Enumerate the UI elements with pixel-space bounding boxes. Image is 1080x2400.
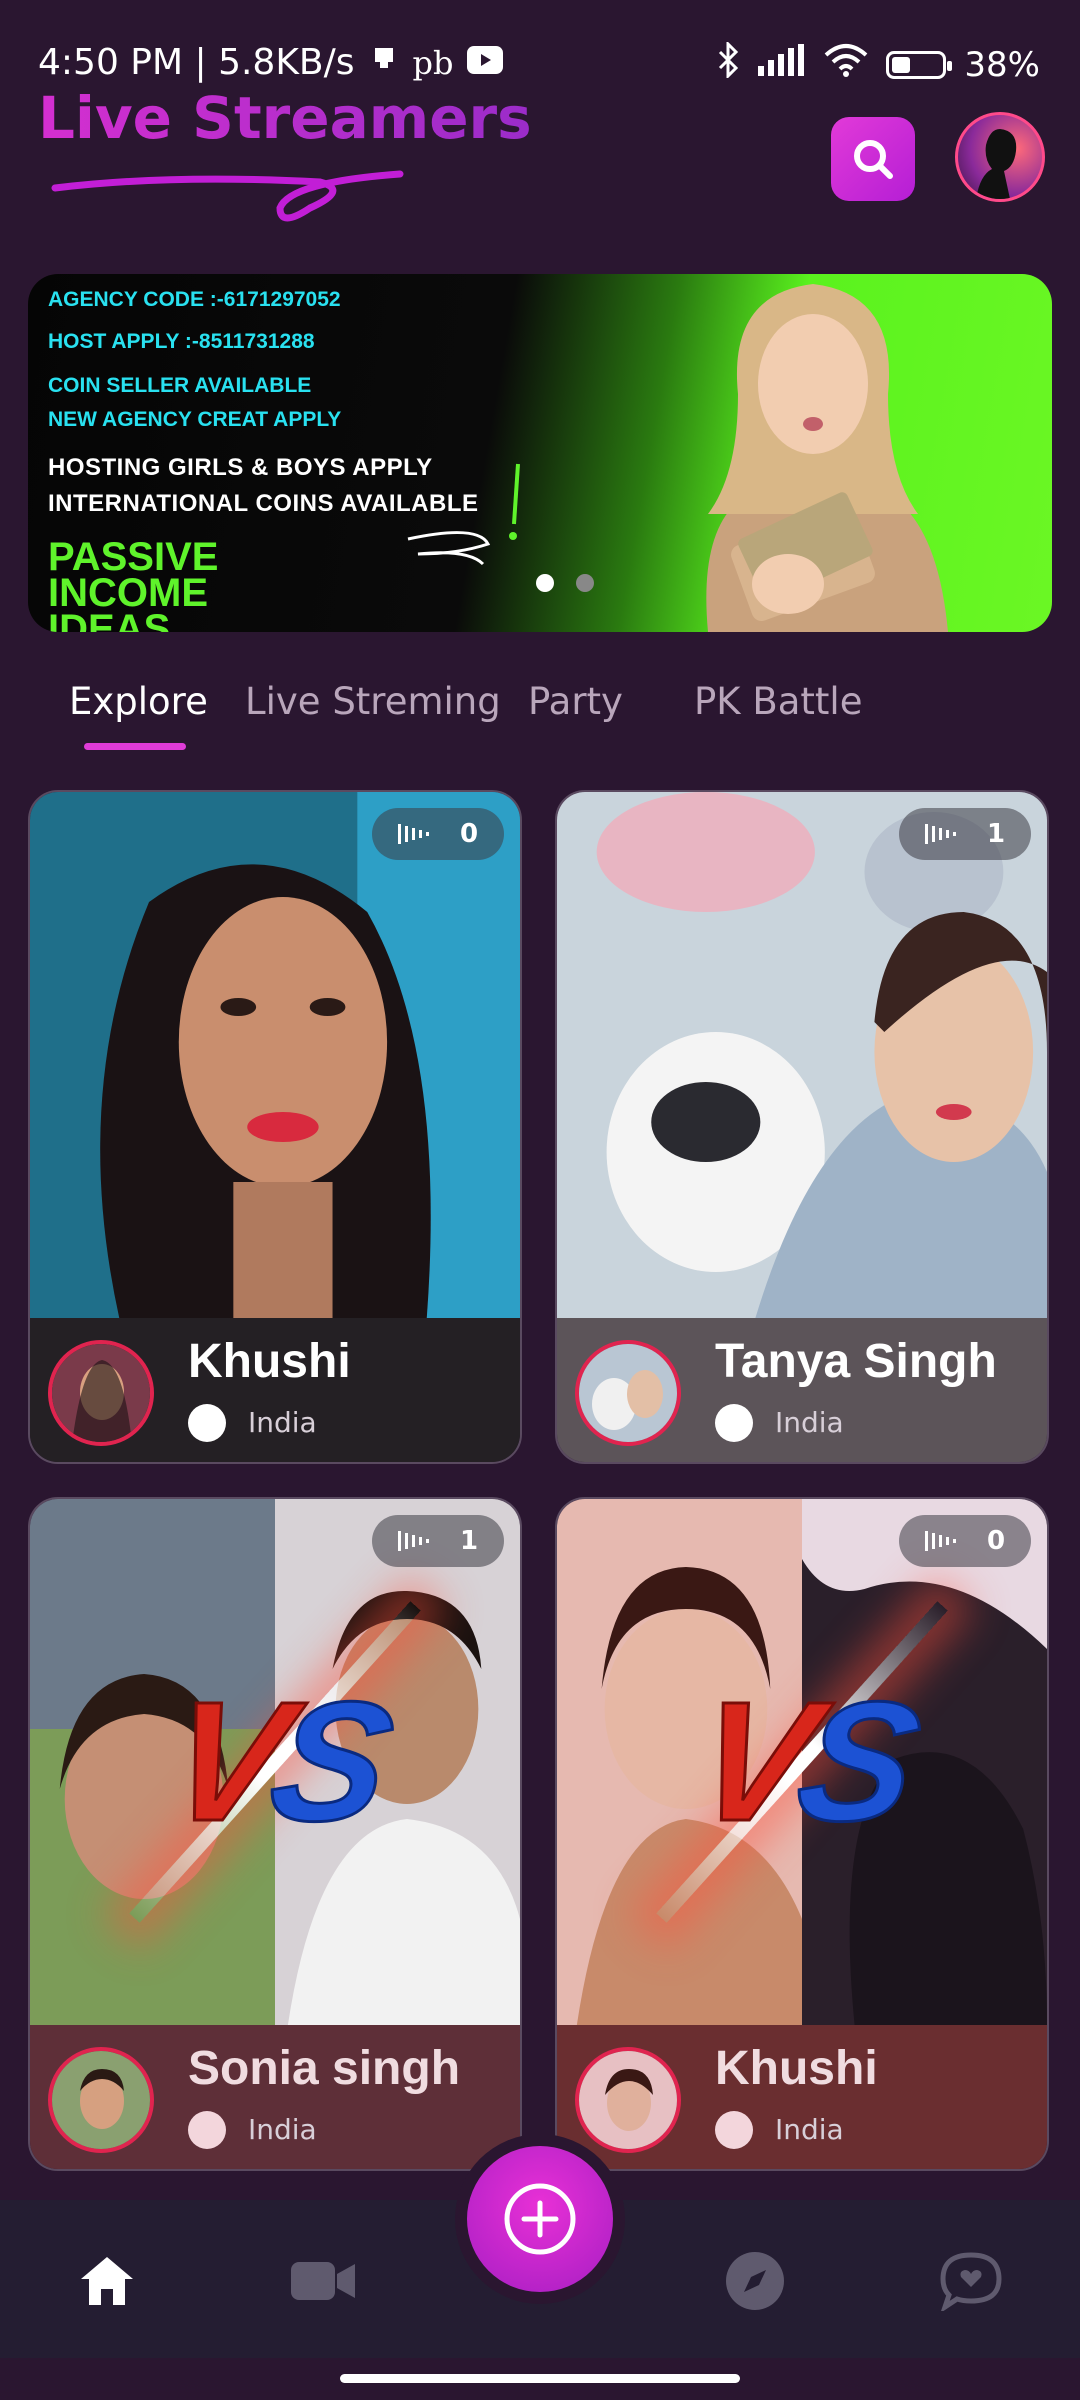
country-flag-icon — [188, 1404, 226, 1442]
pk-battle-card[interactable]: VS 0 Khushi India — [555, 1497, 1049, 2171]
streamer-avatar — [575, 1340, 681, 1446]
signal-icon — [758, 44, 806, 85]
banner-line-4: NEW AGENCY CREAT APPLY — [48, 408, 342, 431]
banner-slogan-3: IDEAS — [48, 607, 171, 632]
streamer-avatar — [48, 2047, 154, 2153]
audio-wave-icon — [397, 824, 429, 844]
audio-wave-icon — [397, 1531, 429, 1551]
active-tab-indicator — [84, 743, 186, 750]
pk-battle-card[interactable]: VS 1 Sonia singh India — [28, 1497, 522, 2171]
nav-messages[interactable] — [938, 2248, 1004, 2314]
audio-wave-icon — [924, 1531, 956, 1551]
nav-explore[interactable] — [722, 2248, 788, 2314]
streamer-name: Sonia singh — [188, 2042, 461, 2095]
compass-icon — [726, 2252, 784, 2310]
streamer-name: Khushi — [188, 1335, 351, 1388]
vs-label: VS — [680, 1666, 923, 1859]
tab-pk-battle[interactable]: PK Battle — [694, 680, 862, 723]
battery-icon — [886, 50, 953, 79]
status-time: 4:50 PM | 5.8KB/s — [38, 42, 355, 83]
banner-scribble-decoration — [407, 463, 520, 566]
stream-card[interactable]: 1 Tanya Singh India — [555, 790, 1049, 1464]
banner-line-2: HOST APPLY :-8511731288 — [48, 330, 315, 353]
country-flag-icon — [715, 2111, 753, 2149]
country-flag-icon — [715, 1404, 753, 1442]
streamer-name: Khushi — [715, 2042, 878, 2095]
viewer-count: 1 — [459, 1526, 479, 1556]
add-icon — [504, 2183, 576, 2255]
viewer-count: 0 — [986, 1526, 1006, 1556]
viewer-count-badge: 0 — [899, 1515, 1031, 1567]
banner-pagination — [536, 574, 594, 592]
tab-explore[interactable]: Explore — [69, 680, 208, 723]
chat-icon — [940, 2252, 1002, 2311]
streamer-avatar — [575, 2047, 681, 2153]
gesture-home-bar[interactable] — [340, 2374, 740, 2383]
banner-line-5: HOSTING GIRLS & BOYS APPLY — [48, 454, 433, 481]
audio-wave-icon — [924, 824, 956, 844]
viewer-count-badge: 1 — [372, 1515, 504, 1567]
battery-percent: 38% — [964, 44, 1040, 85]
streamer-country: India — [248, 2113, 317, 2146]
banner-dot-1[interactable] — [536, 574, 554, 592]
country-flag-icon — [188, 2111, 226, 2149]
home-icon — [81, 2257, 133, 2305]
banner-line-1: AGENCY CODE :-6171297052 — [48, 288, 341, 311]
streamer-name: Tanya Singh — [715, 1335, 997, 1388]
wifi-icon — [824, 43, 868, 86]
stream-thumbnail — [30, 792, 520, 1318]
streamer-country: India — [775, 1406, 844, 1439]
viewer-count: 0 — [459, 819, 479, 849]
profile-avatar[interactable] — [955, 112, 1045, 202]
nav-video[interactable] — [290, 2248, 356, 2314]
app-title: Live Streamers — [38, 84, 532, 152]
notification-icon — [369, 42, 399, 83]
user-silhouette-icon — [976, 129, 1017, 199]
stream-card[interactable]: 0 Khushi India — [28, 790, 522, 1464]
banner-dot-2[interactable] — [576, 574, 594, 592]
title-swoosh-decoration — [51, 170, 404, 222]
video-icon — [291, 2262, 355, 2300]
viewer-count-badge: 0 — [372, 808, 504, 860]
search-icon — [854, 140, 893, 179]
status-extra: pb — [412, 43, 454, 82]
streamer-country: India — [248, 1406, 317, 1439]
tab-party[interactable]: Party — [528, 680, 623, 723]
stream-thumbnail — [557, 792, 1047, 1318]
bluetooth-icon — [716, 40, 740, 87]
viewer-count-badge: 1 — [899, 808, 1031, 860]
viewer-count: 1 — [986, 819, 1006, 849]
banner-line-3: COIN SELLER AVAILABLE — [48, 374, 312, 397]
tab-live-streaming[interactable]: Live Streming — [245, 680, 501, 723]
youtube-icon — [467, 42, 504, 83]
search-button[interactable] — [831, 117, 915, 201]
vs-label: VS — [153, 1666, 396, 1859]
streamer-avatar — [48, 1340, 154, 1446]
go-live-button[interactable] — [467, 2146, 613, 2292]
promo-banner[interactable]: AGENCY CODE :-6171297052 HOST APPLY :-85… — [28, 274, 1052, 632]
streamer-country: India — [775, 2113, 844, 2146]
banner-person-image — [706, 284, 948, 632]
nav-home[interactable] — [74, 2248, 140, 2314]
